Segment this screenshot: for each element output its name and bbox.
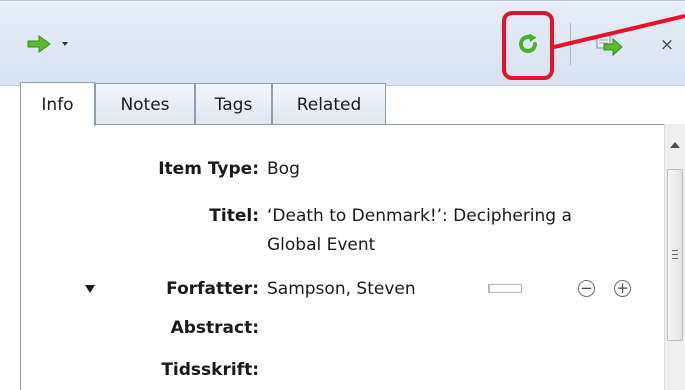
- title-label: Titel:: [209, 206, 259, 226]
- title-value-line1[interactable]: ‘Death to Denmark!’: Deciphering a: [267, 203, 572, 229]
- item-type-label: Item Type:: [158, 159, 259, 179]
- caret-down-icon[interactable]: [60, 39, 70, 49]
- grip-line: [672, 258, 678, 259]
- go-to-item-button[interactable]: [582, 23, 630, 67]
- tab-info[interactable]: Info: [20, 82, 95, 126]
- highlight-annotation-box: [502, 11, 554, 80]
- item-toolbar: ×: [0, 0, 685, 86]
- author-single-field-toggle[interactable]: [488, 284, 522, 293]
- tab-tags[interactable]: Tags: [195, 83, 272, 125]
- add-author-button[interactable]: +: [614, 280, 631, 297]
- scroll-up-arrow-icon[interactable]: [670, 142, 680, 148]
- remove-author-button[interactable]: −: [578, 280, 595, 297]
- tab-related[interactable]: Related: [272, 83, 386, 125]
- vertical-scrollbar[interactable]: [664, 124, 685, 390]
- title-value-line2[interactable]: Global Event: [267, 232, 375, 258]
- grip-line: [672, 250, 678, 251]
- green-arrow-icon: [27, 35, 51, 53]
- author-value[interactable]: Sampson, Steven: [267, 276, 416, 302]
- tab-notes[interactable]: Notes: [95, 83, 195, 125]
- journal-label: Tidsskrift:: [161, 360, 259, 380]
- grip-line: [672, 254, 678, 255]
- abstract-label: Abstract:: [170, 318, 259, 338]
- close-button[interactable]: ×: [652, 25, 682, 65]
- toolbar-divider: [570, 23, 571, 65]
- author-label[interactable]: Forfatter:: [95, 276, 259, 302]
- locate-button[interactable]: [22, 31, 82, 57]
- go-to-item-icon: [596, 35, 623, 57]
- scroll-thumb[interactable]: [667, 169, 683, 341]
- item-type-value[interactable]: Bog: [267, 156, 300, 182]
